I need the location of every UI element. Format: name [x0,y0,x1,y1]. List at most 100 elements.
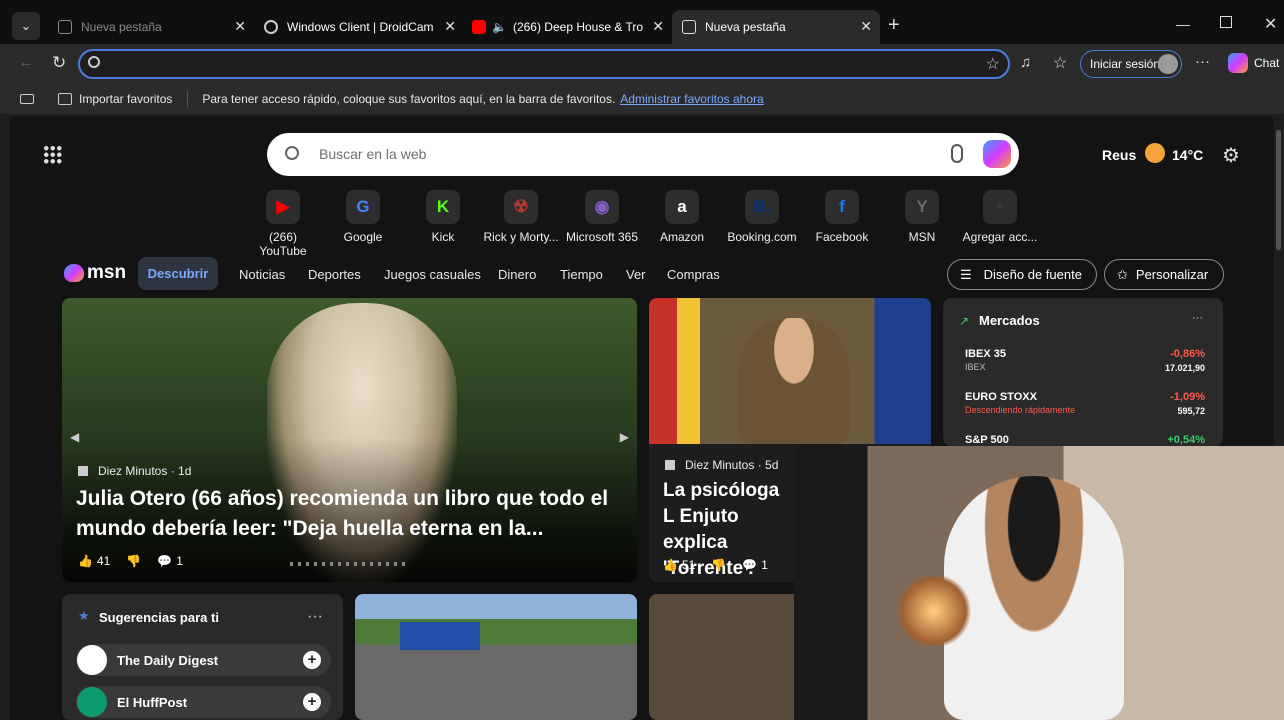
close-window-button[interactable]: ✕ [1264,14,1277,34]
quick-link-rick-morty[interactable]: ☢ Rick y Morty... [483,190,559,244]
maximize-button[interactable] [1220,16,1232,28]
tab-view-icon[interactable] [20,94,34,104]
tab-new-1[interactable]: Nueva pestaña ✕ [48,10,254,44]
nav-deportes[interactable]: Deportes [308,262,361,286]
tab-label: Nueva pestaña [81,20,162,34]
nav-descubrir[interactable]: Descubrir [138,257,218,290]
refresh-button[interactable]: ↻ [52,53,66,73]
dislike-icon[interactable]: 👎 [126,554,141,568]
card2-reactions: 👍 51 👎 💬 1 [663,558,768,572]
quick-link-microsoft365[interactable]: ◉ Microsoft 365 [564,190,640,244]
personalize-button[interactable]: ✩ Personalizar [1104,259,1224,290]
nav-juegos[interactable]: Juegos casuales [384,262,481,286]
manage-favorites-link[interactable]: Administrar favoritos ahora [620,92,763,106]
next-arrow-icon[interactable]: ▶ [620,430,629,444]
msn-logo[interactable]: msn [64,262,126,284]
market-row[interactable]: IBEX 35 IBEX -0,86% 17.021,90 [965,348,1205,373]
tab-new-active[interactable]: Nueva pestaña ✕ [672,10,880,44]
new-tab-button[interactable]: + [888,14,900,37]
close-icon[interactable]: ✕ [860,18,872,35]
quick-link-google[interactable]: G Google [325,190,401,244]
market-row[interactable]: EURO STOXX Descendiendo rápidamente -1,0… [965,391,1205,416]
import-icon [58,93,72,105]
read-aloud-icon[interactable]: ♫ [1020,54,1031,71]
quick-link-facebook[interactable]: f Facebook [804,190,880,244]
webcam-overlay [794,446,1284,720]
close-icon[interactable]: ✕ [652,18,664,35]
prev-arrow-icon[interactable]: ◀ [70,430,79,444]
signin-button[interactable]: Iniciar sesión [1080,50,1182,78]
comment-count: 1 [176,554,183,568]
card2-source-text: Diez Minutos · 5d [685,458,779,472]
apps-grid-icon[interactable] [43,145,62,164]
weather-city[interactable]: Reus [1102,147,1136,163]
market-row[interactable]: S&P 500 +0,54% [965,434,1205,446]
nav-noticias[interactable]: Noticias [239,262,285,286]
copilot-icon[interactable] [1228,53,1248,73]
more-options-icon[interactable]: ··· [307,608,323,626]
nav-dinero[interactable]: Dinero [498,262,536,286]
tab-label: Windows Client | DroidCam [287,20,434,34]
more-menu-icon[interactable]: ··· [1195,53,1210,70]
like-icon[interactable]: 👍 [663,558,678,572]
favorites-hint: Para tener acceso rápido, coloque sus fa… [202,92,616,106]
follow-plus-icon[interactable]: + [303,651,321,669]
comment-icon[interactable]: 💬 [742,558,757,572]
back-button[interactable]: ← [18,54,34,72]
search-icon [285,146,299,160]
quick-link-youtube[interactable]: ▶ (266) YouTube [245,190,321,258]
suggestion-item[interactable]: The Daily Digest + [76,644,331,676]
chat-label[interactable]: Chat [1254,56,1279,70]
favorites-divider [187,91,189,107]
page-scrollbar[interactable] [1276,130,1281,250]
news-card-highway[interactable] [355,594,637,720]
nav-tiempo[interactable]: Tiempo [560,262,603,286]
source-logo-icon [665,460,675,470]
like-icon[interactable]: 👍 [78,554,93,568]
microphone-icon[interactable] [951,144,963,163]
nav-ver[interactable]: Ver [626,262,646,286]
favorites-icon[interactable]: ☆ [1053,53,1067,73]
tab-label: Nueva pestaña [705,20,786,34]
comment-icon[interactable]: 💬 [157,554,172,568]
page-icon [58,20,72,34]
quick-link-amazon[interactable]: a Amazon [644,190,720,244]
close-icon[interactable]: ✕ [234,18,246,35]
star-icon[interactable]: ☆ [986,54,1000,74]
weather-temp[interactable]: 14°C [1172,147,1203,163]
tile-label: Microsoft 365 [565,230,639,244]
quick-link-kick[interactable]: K Kick [405,190,481,244]
quick-link-msn[interactable]: Y MSN [884,190,960,244]
market-value: 595,72 [1177,406,1205,416]
market-change: -0,86% [1170,348,1205,360]
add-shortcut-button[interactable]: + Agregar acc... [962,190,1038,244]
close-icon[interactable]: ✕ [444,18,456,35]
more-options-icon[interactable]: ··· [1192,312,1203,324]
settings-gear-icon[interactable]: ⚙ [1222,143,1240,168]
google-icon: G [346,190,380,224]
suggestion-item[interactable]: El HuffPost + [76,686,331,718]
web-search-box[interactable]: Buscar en la web [267,133,1019,176]
tile-label: Facebook [815,230,869,244]
markets-title[interactable]: Mercados [979,313,1040,328]
hero-title[interactable]: Julia Otero (66 años) recomienda un libr… [76,484,621,544]
dislike-icon[interactable]: 👎 [711,558,726,572]
address-bar[interactable]: ☆ [78,49,1010,79]
minimize-button[interactable]: — [1176,16,1190,32]
copilot-icon[interactable] [983,140,1011,168]
feed-layout-button[interactable]: ☰ Diseño de fuente [947,259,1097,290]
tab-actions-button[interactable]: ⌄ [12,12,40,40]
nav-compras[interactable]: Compras [667,262,720,286]
markets-widget[interactable]: ↗ Mercados ··· IBEX 35 IBEX -0,86% 17.02… [943,298,1223,446]
favorites-bar: Importar favoritos Para tener acceso ráp… [0,84,1284,114]
tile-label: Agregar acc... [962,230,1038,244]
hero-news-card[interactable]: ◀ ▶ Diez Minutos · 1d Julia Otero (66 añ… [62,298,637,582]
carousel-dots[interactable] [290,562,410,566]
import-favorites-link[interactable]: Importar favoritos [79,92,172,106]
msn-icon: Y [905,190,939,224]
tab-droidcam[interactable]: Windows Client | DroidCam ✕ [254,10,464,44]
follow-plus-icon[interactable]: + [303,693,321,711]
quick-link-booking[interactable]: B. Booking.com [724,190,800,244]
tab-youtube[interactable]: 🔈 (266) Deep House & Tropi ✕ [462,10,672,44]
speaker-icon[interactable]: 🔈 [492,20,507,34]
